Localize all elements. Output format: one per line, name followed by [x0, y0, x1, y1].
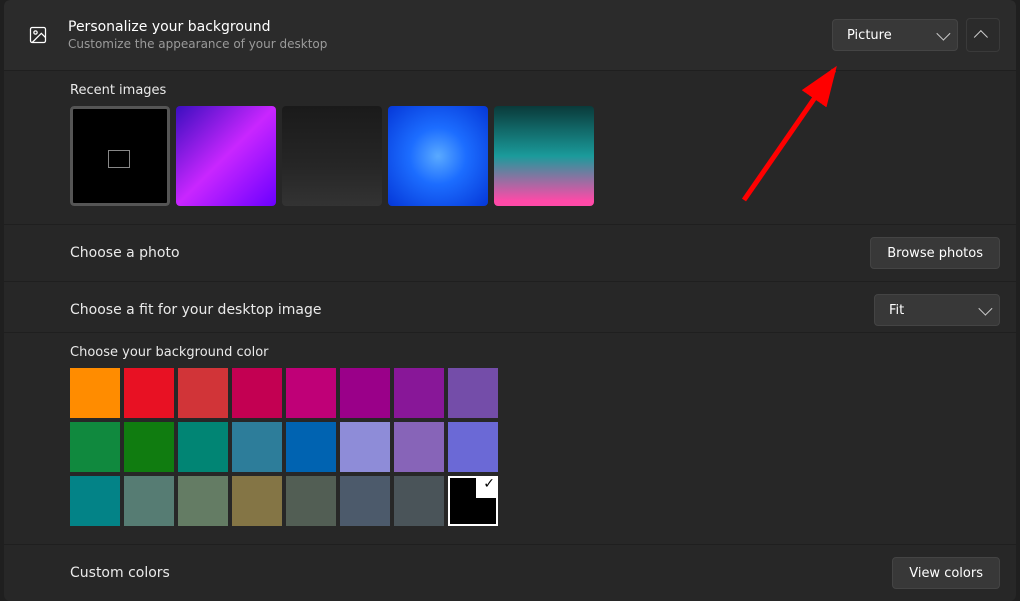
chevron-up-icon — [974, 30, 988, 44]
color-swatch[interactable] — [178, 476, 228, 526]
bg-color-label: Choose your background color — [70, 345, 1000, 360]
recent-image-thumb[interactable] — [388, 106, 488, 206]
color-swatch[interactable] — [124, 422, 174, 472]
color-swatch[interactable] — [340, 422, 390, 472]
recent-image-thumb[interactable] — [70, 106, 170, 206]
recent-image-thumb[interactable] — [494, 106, 594, 206]
color-swatch[interactable] — [70, 422, 120, 472]
header-text: Personalize your background Customize th… — [68, 19, 832, 51]
collapse-button[interactable] — [966, 18, 1000, 52]
color-swatch[interactable] — [340, 476, 390, 526]
color-swatch[interactable] — [286, 476, 336, 526]
picture-icon — [24, 25, 52, 45]
color-swatch[interactable] — [232, 368, 282, 418]
color-swatch[interactable] — [232, 476, 282, 526]
color-swatch[interactable] — [286, 368, 336, 418]
choose-fit-row: Choose a fit for your desktop image Fit — [4, 282, 1016, 333]
fit-dropdown-value: Fit — [889, 303, 904, 318]
fit-dropdown[interactable]: Fit — [874, 294, 1000, 326]
background-type-dropdown[interactable]: Picture — [832, 19, 958, 51]
color-swatch[interactable] — [340, 368, 390, 418]
choose-photo-label: Choose a photo — [70, 245, 180, 261]
color-swatch[interactable] — [70, 368, 120, 418]
header-row: Personalize your background Customize th… — [4, 0, 1016, 71]
annotation-arrow-icon — [734, 50, 864, 210]
color-swatch[interactable] — [178, 422, 228, 472]
custom-colors-label: Custom colors — [70, 565, 170, 581]
chevron-down-icon — [978, 302, 992, 316]
recent-image-thumb[interactable] — [282, 106, 382, 206]
color-swatch[interactable] — [448, 422, 498, 472]
view-colors-button[interactable]: View colors — [892, 557, 1000, 589]
dropdown-value: Picture — [847, 28, 892, 43]
color-swatch[interactable] — [232, 422, 282, 472]
background-settings-panel: Personalize your background Customize th… — [4, 0, 1016, 601]
header-subtitle: Customize the appearance of your desktop — [68, 37, 832, 51]
chevron-down-icon — [936, 27, 950, 41]
color-swatch[interactable] — [178, 368, 228, 418]
browse-photos-button[interactable]: Browse photos — [870, 237, 1000, 269]
color-swatch[interactable] — [124, 476, 174, 526]
choose-photo-row: Choose a photo Browse photos — [4, 225, 1016, 282]
color-swatch[interactable] — [70, 476, 120, 526]
custom-colors-row: Custom colors View colors — [4, 545, 1016, 601]
header-title: Personalize your background — [68, 19, 832, 35]
color-swatch[interactable] — [394, 422, 444, 472]
color-swatch[interactable] — [124, 368, 174, 418]
bg-color-section: Choose your background color ✓ — [4, 333, 1016, 545]
recent-image-thumb[interactable] — [176, 106, 276, 206]
choose-fit-label: Choose a fit for your desktop image — [70, 302, 321, 318]
color-swatch[interactable] — [394, 476, 444, 526]
color-swatch[interactable] — [394, 368, 444, 418]
recent-images-section: Recent images — [4, 71, 1016, 225]
check-icon: ✓ — [483, 476, 495, 492]
color-swatch[interactable]: ✓ — [448, 476, 498, 526]
color-swatch[interactable] — [286, 422, 336, 472]
color-swatch[interactable] — [448, 368, 498, 418]
color-grid: ✓ — [70, 368, 550, 526]
